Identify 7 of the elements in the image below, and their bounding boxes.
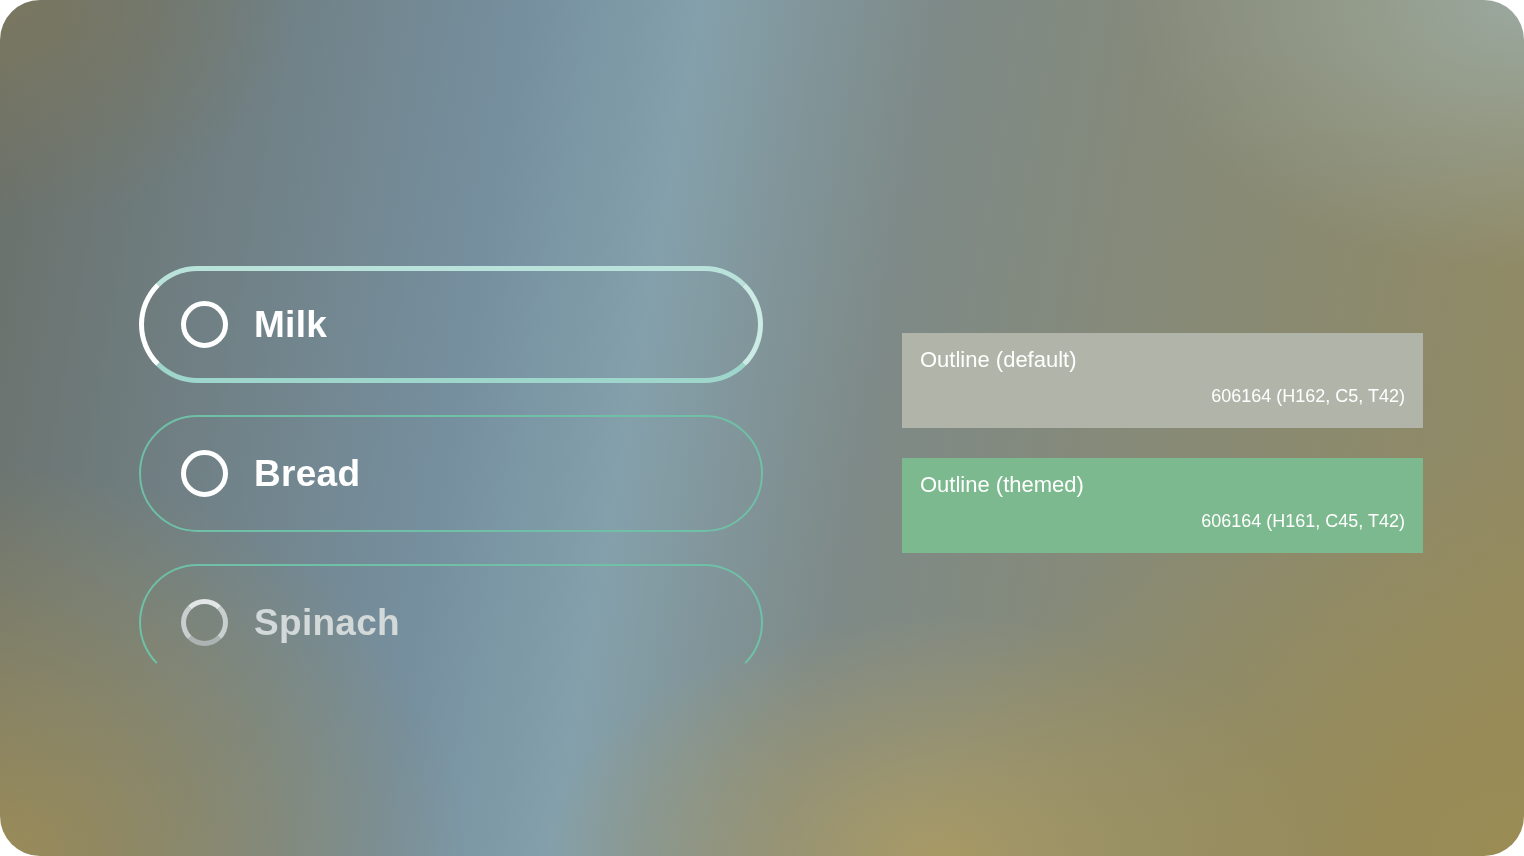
swatch-title: Outline (default)	[920, 347, 1077, 373]
swatch-value: 606164 (H162, C5, T42)	[1211, 385, 1405, 407]
swatch-title: Outline (themed)	[920, 472, 1084, 498]
list-item[interactable]: Bread	[139, 415, 763, 532]
list-item[interactable]: Milk	[139, 266, 763, 383]
swatch-value: 606164 (H161, C45, T42)	[1201, 510, 1405, 532]
radio-button[interactable]	[181, 599, 228, 646]
